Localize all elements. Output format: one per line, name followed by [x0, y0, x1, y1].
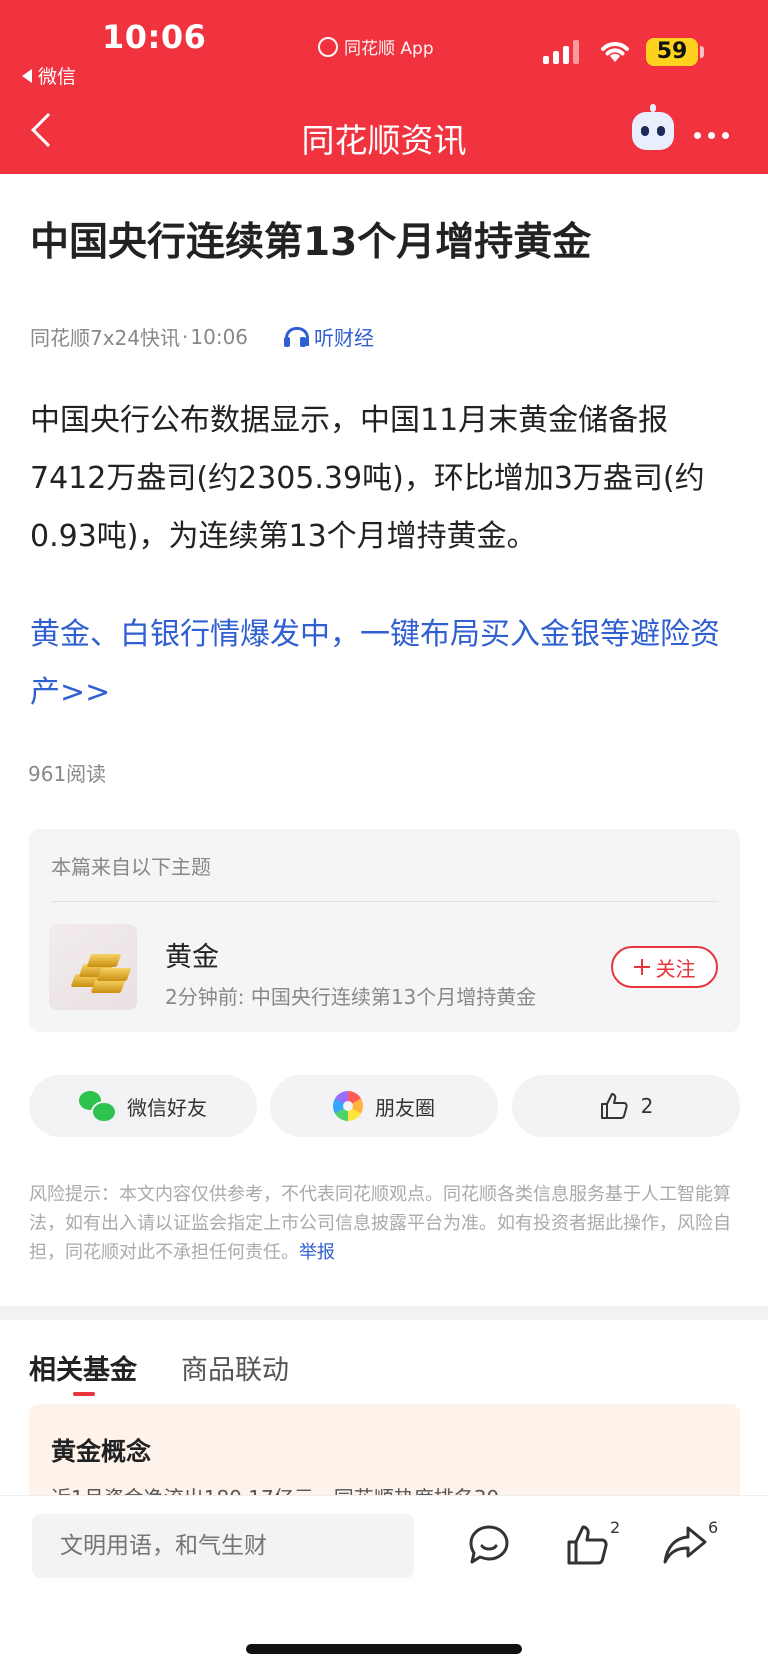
signal-icon — [543, 40, 579, 64]
moments-icon — [333, 1091, 363, 1121]
tab-related-funds[interactable]: 相关基金 — [29, 1348, 137, 1396]
moments-label: 朋友圈 — [375, 1095, 435, 1120]
current-app-indicator: 同花顺 App — [318, 34, 434, 59]
read-count: 961阅读 — [28, 762, 107, 786]
thumbs-up-icon — [600, 1093, 628, 1119]
topic-subtitle[interactable]: 2分钟前: 中国央行连续第13个月增持黄金 — [165, 981, 536, 1010]
wechat-icon — [79, 1091, 117, 1123]
risk-disclaimer: 风险提示：本文内容仅供参考，不代表同花顺观点。同花顺各类信息服务基于人工智能算法… — [29, 1180, 741, 1267]
share-count-badge: 6 — [708, 1518, 719, 1537]
share-icon[interactable] — [662, 1522, 708, 1568]
battery-icon: 59 — [646, 38, 698, 66]
topic-card: 本篇来自以下主题 黄金 2分钟前: 中国央行连续第13个月增持黄金 关注 — [29, 829, 740, 1032]
back-arrow-icon — [22, 68, 32, 83]
divider — [51, 901, 718, 902]
topic-header: 本篇来自以下主题 — [51, 855, 211, 879]
section-divider — [0, 1306, 768, 1320]
fund-title: 黄金概念 — [51, 1437, 152, 1466]
bottom-toolbar: 2 6 — [0, 1495, 768, 1665]
share-moments-button[interactable]: 朋友圈 — [270, 1075, 498, 1137]
share-wechat-button[interactable]: 微信好友 — [29, 1075, 257, 1137]
plus-icon — [633, 959, 650, 975]
fund-card[interactable]: 黄金概念 近1月资金净流出180.17亿元，同花顺热度排名30 — [29, 1404, 740, 1504]
headphones-icon — [284, 326, 309, 347]
promo-link[interactable]: 黄金、白银行情爆发中，一键布局买入金银等避险资产>> — [30, 606, 742, 722]
thumbs-up-icon[interactable] — [564, 1522, 610, 1568]
home-indicator — [246, 1644, 522, 1654]
related-tabs: 相关基金 商品联动 — [29, 1348, 289, 1396]
article-time: 10:06 — [190, 324, 249, 349]
report-link[interactable]: 举报 — [299, 1242, 335, 1263]
like-button[interactable]: 2 — [512, 1075, 740, 1137]
comment-icon[interactable] — [466, 1522, 512, 1568]
robot-assistant-icon[interactable] — [632, 104, 674, 150]
article-source: 同花顺7x24快讯 — [30, 326, 181, 350]
like-count: 2 — [640, 1094, 654, 1118]
listen-label: 听财经 — [314, 326, 374, 350]
article-title: 中国央行连续第13个月增持黄金 — [30, 220, 592, 265]
article-meta: 同花顺7x24快讯 · 10:06 — [30, 322, 248, 351]
app-header: 10:06 微信 同花顺 App 59 同花顺资讯 — [0, 0, 768, 174]
current-app-label: 同花顺 App — [344, 39, 434, 59]
follow-label: 关注 — [655, 956, 696, 981]
comment-input[interactable] — [32, 1514, 414, 1578]
battery-nub — [700, 46, 704, 58]
like-count-badge: 2 — [610, 1518, 621, 1537]
follow-button[interactable]: 关注 — [611, 946, 718, 988]
back-app-label: 微信 — [38, 66, 77, 88]
article-body: 中国央行公布数据显示，中国11月末黄金储备报7412万盎司(约2305.39吨)… — [30, 403, 705, 554]
more-icon[interactable] — [694, 132, 729, 139]
wechat-label: 微信好友 — [127, 1095, 207, 1120]
listen-button[interactable]: 听财经 — [284, 322, 374, 351]
app-logo-icon — [318, 36, 338, 57]
risk-text: 风险提示：本文内容仅供参考，不代表同花顺观点。同花顺各类信息服务基于人工智能算法… — [29, 1184, 731, 1263]
status-time: 10:06 — [102, 18, 207, 56]
tab-commodity-link[interactable]: 商品联动 — [181, 1348, 289, 1387]
topic-name[interactable]: 黄金 — [165, 935, 219, 974]
back-to-app-link[interactable]: 微信 — [22, 62, 76, 89]
gold-bars-icon[interactable] — [49, 924, 137, 1010]
meta-separator: · — [182, 324, 189, 349]
wifi-icon — [601, 42, 629, 62]
